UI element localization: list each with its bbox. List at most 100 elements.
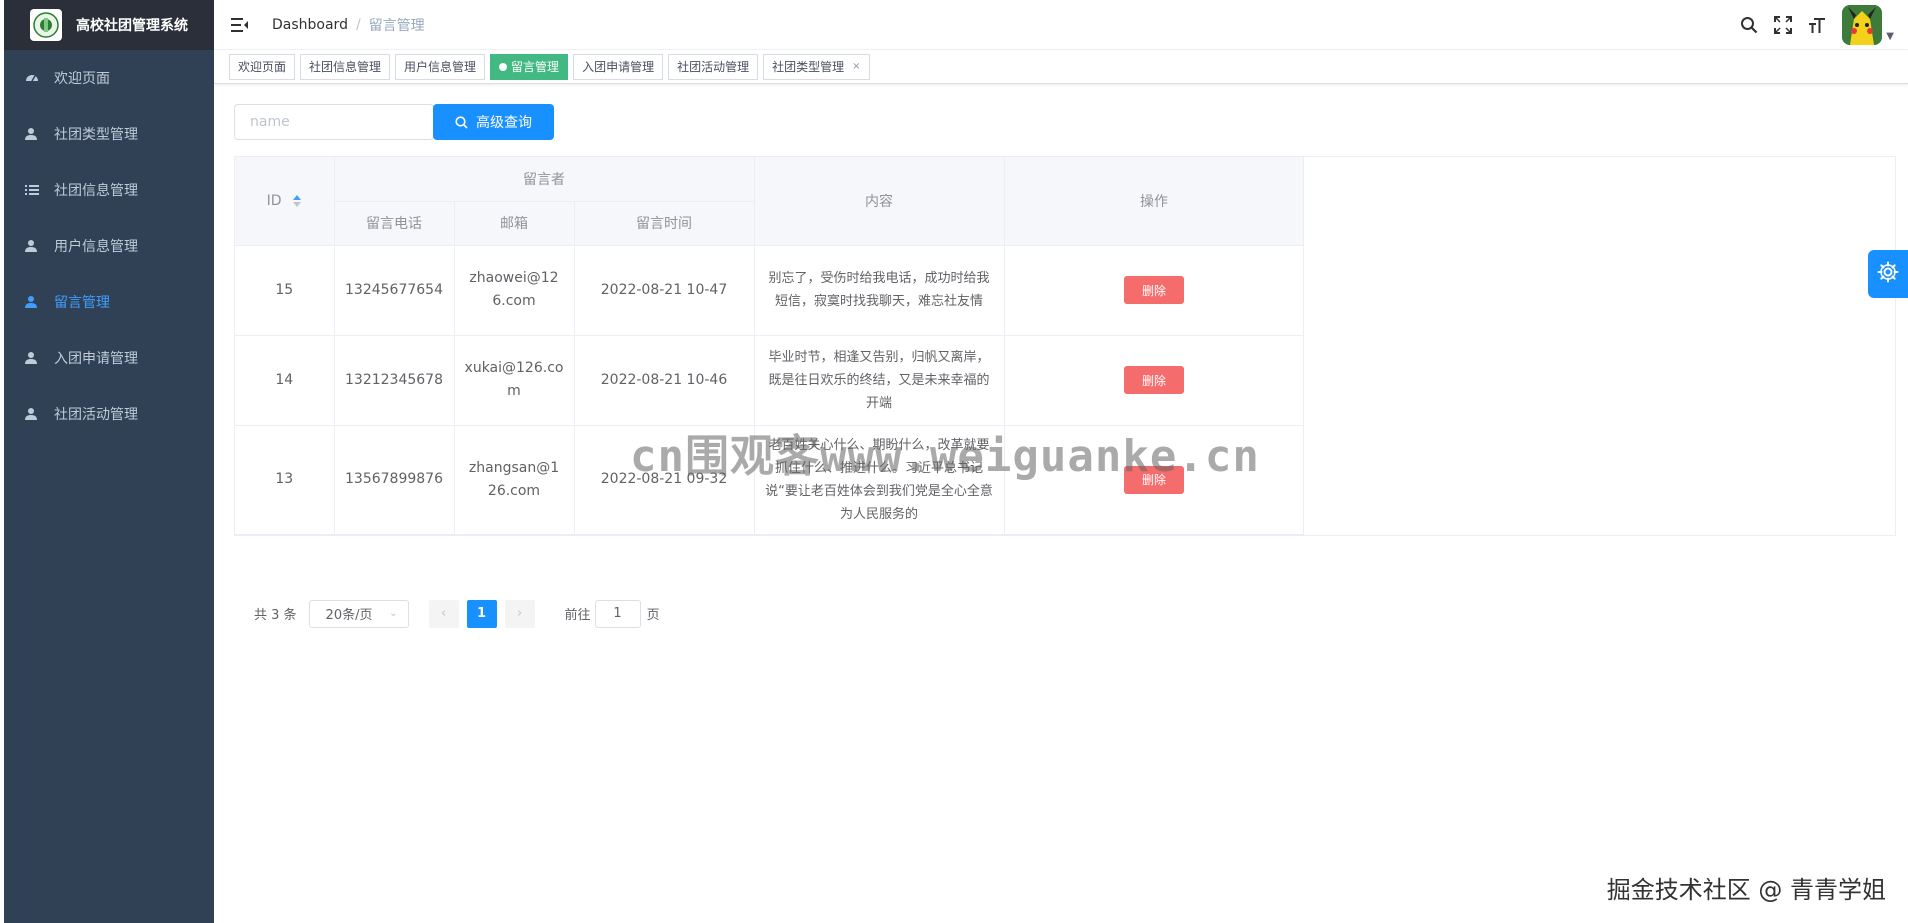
sidebar-item-join-applications[interactable]: 入团申请管理 <box>4 330 214 386</box>
sidebar-item-welcome[interactable]: 欢迎页面 <box>4 50 214 106</box>
cell-email: zhaowei@126.com <box>454 245 575 336</box>
hamburger-icon[interactable] <box>230 15 250 35</box>
logo-bar[interactable]: 高校社团管理系统 <box>4 0 214 50</box>
sidebar-item-club-info[interactable]: 社团信息管理 <box>4 162 214 218</box>
cell-phone: 13245677654 <box>334 245 455 336</box>
cell-actions: 删除 <box>1004 335 1305 426</box>
user-icon <box>24 238 40 254</box>
search-row: 高级查询 <box>234 104 1888 140</box>
gear-icon <box>1877 261 1899 287</box>
font-size-icon[interactable] <box>1806 14 1828 36</box>
logo-icon <box>30 9 62 41</box>
tag-club-activities[interactable]: 社团活动管理 <box>668 53 759 80</box>
sidebar-item-label: 留言管理 <box>54 295 110 311</box>
table-blank-area <box>1303 157 1895 535</box>
navbar: Dashboard / 留言管理 ▼ <box>214 0 1908 50</box>
sidebar-item-label: 社团类型管理 <box>54 127 138 143</box>
sidebar-item-label: 社团信息管理 <box>54 183 138 199</box>
content: 高级查询 ID 留言者 内容 操作 留言电话 <box>214 84 1908 628</box>
cell-time: 2022-08-21 10-47 <box>574 245 755 336</box>
sidebar-item-label: 欢迎页面 <box>54 71 110 87</box>
cell-email: xukai@126.com <box>454 335 575 426</box>
goto-page: 前往 页 <box>564 599 660 628</box>
tag-user-info[interactable]: 用户信息管理 <box>395 53 486 80</box>
cell-phone: 13212345678 <box>334 335 455 426</box>
cell-content: 毕业时节，相逢又告别，归帆又离岸，既是往日欢乐的终结，又是未来幸福的开端 <box>754 335 1005 426</box>
active-dot-icon <box>499 62 508 71</box>
page-number-button[interactable]: 1 <box>466 599 497 628</box>
tag-welcome[interactable]: 欢迎页面 <box>229 53 296 80</box>
sidebar: 高校社团管理系统 欢迎页面 社团类型管理 社团信息管理 用户信息管理 留言管理 … <box>4 0 214 923</box>
tag-club-info[interactable]: 社团信息管理 <box>300 53 391 80</box>
breadcrumb-home[interactable]: Dashboard <box>272 17 348 33</box>
breadcrumb-current: 留言管理 <box>368 17 425 34</box>
sidebar-item-messages[interactable]: 留言管理 <box>4 274 214 330</box>
table-row: 13 13567899876 zhangsan@126.com 2022-08-… <box>235 425 1305 535</box>
pagination-total: 共 3 条 <box>254 608 297 623</box>
main-area: Dashboard / 留言管理 ▼ 欢迎页面 社团信息管理 用户信息管理 留言… <box>214 0 1908 923</box>
list-icon <box>24 182 40 198</box>
close-icon[interactable]: × <box>852 55 860 79</box>
dashboard-icon <box>24 70 40 86</box>
tag-label: 欢迎页面 <box>238 59 287 74</box>
sidebar-item-club-activities[interactable]: 社团活动管理 <box>4 386 214 442</box>
column-header-phone: 留言电话 <box>334 201 455 246</box>
tag-label: 留言管理 <box>511 59 560 74</box>
tag-label: 社团类型管理 <box>772 59 845 74</box>
page-size-select[interactable]: 20条/页 ⌄ <box>308 599 409 628</box>
avatar[interactable] <box>1842 5 1883 45</box>
breadcrumb: Dashboard / 留言管理 <box>272 15 425 35</box>
cell-actions: 删除 <box>1004 425 1305 535</box>
chevron-down-icon[interactable]: ▼ <box>1886 31 1894 42</box>
search-input[interactable] <box>234 104 434 140</box>
user-icon <box>24 126 40 142</box>
sidebar-item-label: 社团活动管理 <box>54 407 138 423</box>
advanced-search-button[interactable]: 高级查询 <box>433 104 554 140</box>
settings-button[interactable] <box>1868 250 1908 298</box>
chevron-left-icon: ‹ <box>440 606 447 621</box>
fullscreen-icon[interactable] <box>1772 14 1794 36</box>
page-size-value: 20条/页 <box>325 608 373 623</box>
goto-page-input[interactable] <box>594 599 641 628</box>
next-page-button[interactable]: › <box>504 599 535 628</box>
table-row: 15 13245677654 zhaowei@126.com 2022-08-2… <box>235 245 1305 336</box>
cell-time: 2022-08-21 09-32 <box>574 425 755 535</box>
column-header-email: 邮箱 <box>454 201 575 246</box>
delete-button[interactable]: 删除 <box>1124 366 1184 394</box>
cell-id: 13 <box>235 425 335 535</box>
table: ID 留言者 内容 操作 留言电话 邮箱 留言时间 15 13245677654… <box>235 157 1305 535</box>
sidebar-item-label: 入团申请管理 <box>54 351 138 367</box>
delete-button[interactable]: 删除 <box>1124 465 1184 494</box>
delete-button[interactable]: 删除 <box>1124 276 1184 304</box>
column-header-content: 内容 <box>754 157 1005 246</box>
prev-page-button[interactable]: ‹ <box>428 599 459 628</box>
goto-suffix: 页 <box>646 608 660 623</box>
sort-icon[interactable] <box>292 194 302 208</box>
tag-label: 社团活动管理 <box>677 59 750 74</box>
goto-prefix: 前往 <box>564 608 591 623</box>
cell-id: 15 <box>235 245 335 336</box>
cell-id: 14 <box>235 335 335 426</box>
chevron-right-icon: › <box>516 606 523 621</box>
tag-messages[interactable]: 留言管理 <box>490 53 569 80</box>
user-icon <box>24 294 40 310</box>
tag-label: 入团申请管理 <box>582 59 655 74</box>
tags-view: 欢迎页面 社团信息管理 用户信息管理 留言管理 入团申请管理 社团活动管理 社团… <box>214 50 1908 84</box>
user-icon <box>24 406 40 422</box>
column-header-id[interactable]: ID <box>235 157 335 246</box>
cell-actions: 删除 <box>1004 245 1305 336</box>
tag-club-types[interactable]: 社团类型管理 × <box>763 53 870 80</box>
messages-table: ID 留言者 内容 操作 留言电话 邮箱 留言时间 15 13245677654… <box>234 156 1896 536</box>
cell-content: 别忘了，受伤时给我电话，成功时给我短信，寂寞时找我聊天，难忘社友情 <box>754 245 1005 336</box>
cell-content: 老百姓关心什么、期盼什么，改革就要抓住什么、推进什么。习近平总书记说“要让老百姓… <box>754 425 1005 535</box>
user-icon <box>24 350 40 366</box>
search-icon[interactable] <box>1738 14 1760 36</box>
column-header-time: 留言时间 <box>574 201 755 246</box>
cell-email: zhangsan@126.com <box>454 425 575 535</box>
sidebar-item-label: 用户信息管理 <box>54 239 138 255</box>
tag-label: 社团信息管理 <box>309 59 382 74</box>
sidebar-item-club-types[interactable]: 社团类型管理 <box>4 106 214 162</box>
sidebar-item-user-info[interactable]: 用户信息管理 <box>4 218 214 274</box>
tag-join-applications[interactable]: 入团申请管理 <box>573 53 664 80</box>
cell-time: 2022-08-21 10-46 <box>574 335 755 426</box>
